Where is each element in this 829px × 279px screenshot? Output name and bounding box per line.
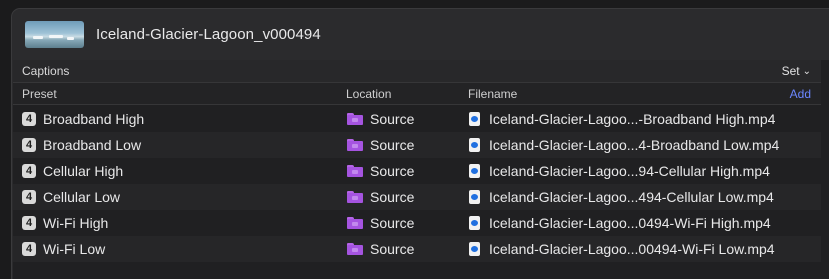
preset-name: Wi-Fi Low [43, 241, 106, 257]
captions-label: Captions [22, 64, 70, 78]
filename[interactable]: Iceland-Glacier-Lagoo...4-Broadband Low.… [489, 137, 779, 153]
column-header-filename[interactable]: Filename [468, 87, 517, 101]
set-dropdown-button[interactable]: Set ⌄ [782, 64, 811, 78]
folder-icon [347, 165, 363, 177]
column-header-row: Preset Location Filename Add [13, 82, 821, 105]
add-button[interactable]: Add [790, 87, 811, 101]
preset-badge-icon: 4 [22, 164, 36, 178]
panel-header: Iceland-Glacier-Lagoon_v000494 [12, 9, 829, 60]
preset-badge-icon: 4 [22, 242, 36, 256]
preset-name: Broadband Low [43, 137, 142, 153]
filename[interactable]: Iceland-Glacier-Lagoo...494-Cellular Low… [489, 189, 774, 205]
column-header-location[interactable]: Location [346, 87, 391, 101]
video-file-icon [469, 242, 480, 256]
folder-icon [347, 243, 363, 255]
location-name[interactable]: Source [370, 215, 414, 231]
table-row[interactable]: 4 Wi-Fi Low Source Iceland-Glacier-Lagoo...… [13, 236, 821, 262]
folder-icon [347, 139, 363, 151]
preset-badge-icon: 4 [22, 112, 36, 126]
filename[interactable]: Iceland-Glacier-Lagoo...0494-Wi-Fi High.… [489, 215, 771, 231]
preset-badge-icon: 4 [22, 138, 36, 152]
filename[interactable]: Iceland-Glacier-Lagoo...00494-Wi-Fi Low.… [489, 241, 775, 257]
preset-name: Wi-Fi High [43, 215, 109, 231]
share-panel: Iceland-Glacier-Lagoon_v000494 Captions … [11, 8, 829, 279]
captions-bar: Captions Set ⌄ [13, 60, 821, 82]
presets-table: Captions Set ⌄ Preset Location Filename … [13, 60, 829, 279]
preset-name: Broadband High [43, 111, 145, 127]
table-row[interactable]: 4 Cellular High Source Iceland-Glacier-Lago… [13, 158, 821, 184]
table-row[interactable]: 4 Broadband Low Source Iceland-Glacier-Lago… [13, 132, 821, 158]
preset-badge-icon: 4 [22, 216, 36, 230]
video-thumbnail-icon [25, 21, 84, 48]
folder-icon [347, 191, 363, 203]
location-name[interactable]: Source [370, 111, 414, 127]
chevron-down-icon: ⌄ [802, 65, 811, 77]
folder-icon [347, 113, 363, 125]
table-row[interactable]: 4 Cellular Low Source Iceland-Glacier-Lagoo… [13, 184, 821, 210]
location-name[interactable]: Source [370, 241, 414, 257]
preset-name: Cellular Low [43, 189, 121, 205]
column-header-preset[interactable]: Preset [22, 87, 57, 101]
preset-name: Cellular High [43, 163, 124, 179]
preset-badge-icon: 4 [22, 190, 36, 204]
table-row[interactable]: 4 Broadband High Source Iceland-Glacier-Lag… [13, 106, 821, 132]
video-file-icon [469, 164, 480, 178]
folder-icon [347, 217, 363, 229]
table-row[interactable]: 4 Wi-Fi High Source Iceland-Glacier-Lagoo..… [13, 210, 821, 236]
video-file-icon [469, 216, 480, 230]
video-file-icon [469, 190, 480, 204]
location-name[interactable]: Source [370, 163, 414, 179]
filename[interactable]: Iceland-Glacier-Lagoo...94-Cellular High… [489, 163, 770, 179]
location-name[interactable]: Source [370, 189, 414, 205]
video-file-icon [469, 112, 480, 126]
project-title: Iceland-Glacier-Lagoon_v000494 [96, 26, 321, 43]
location-name[interactable]: Source [370, 137, 414, 153]
set-label: Set [781, 64, 800, 78]
video-file-icon [469, 138, 480, 152]
filename[interactable]: Iceland-Glacier-Lagoo...-Broadband High.… [489, 111, 775, 127]
